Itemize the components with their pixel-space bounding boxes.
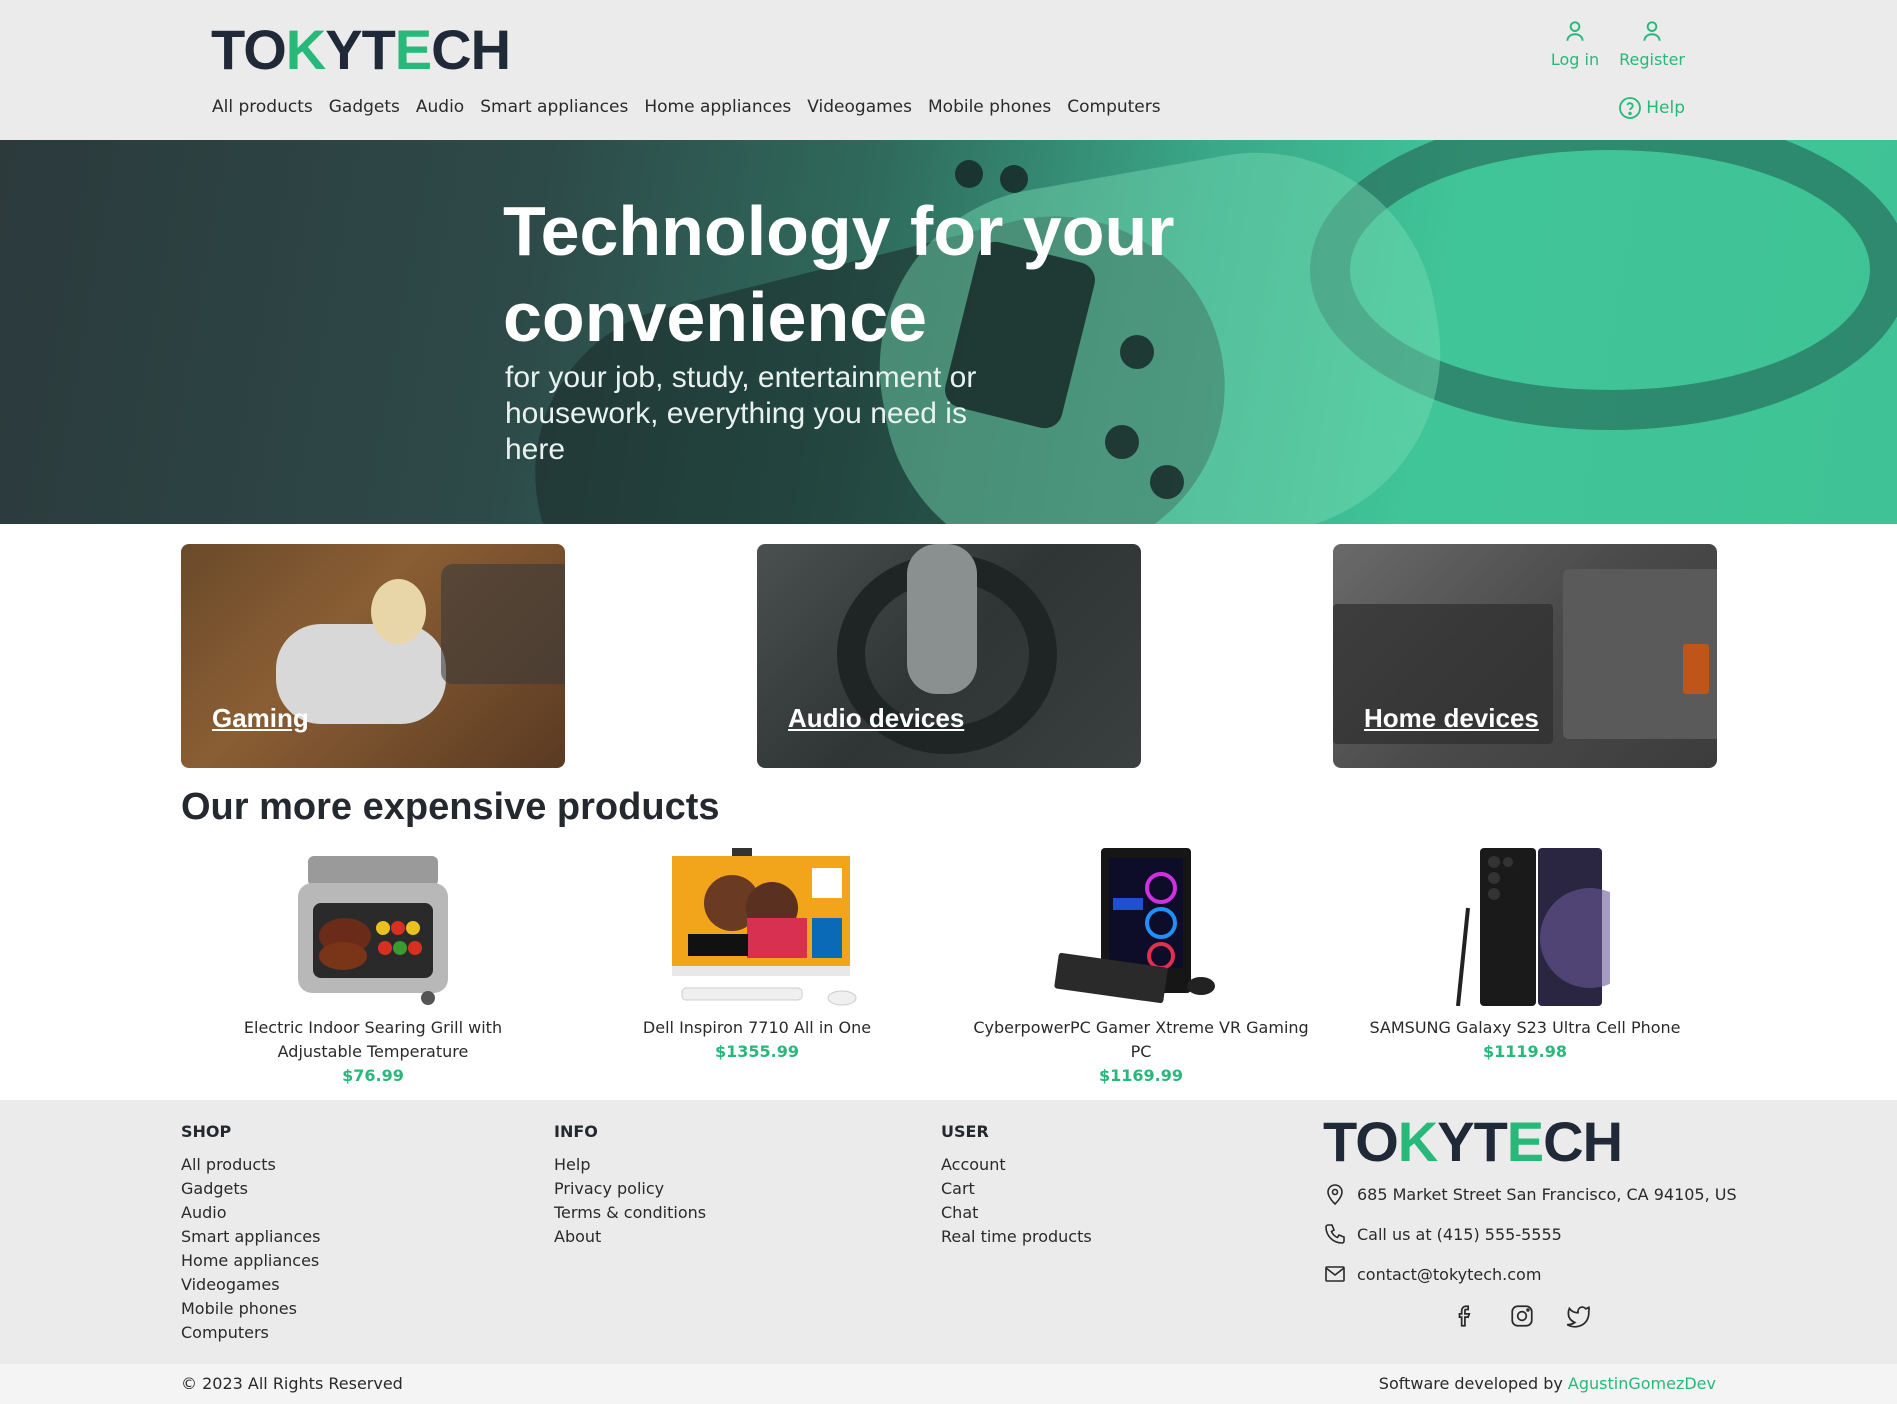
help-link[interactable]: Help xyxy=(1618,96,1685,120)
footer-heading: USER xyxy=(941,1122,989,1141)
footer-link[interactable]: Gadgets xyxy=(181,1177,320,1201)
product-image-samsung xyxy=(1440,848,1640,1007)
help-circle-icon xyxy=(1619,97,1642,119)
social-links xyxy=(1453,1303,1591,1329)
footer-heading: SHOP xyxy=(181,1122,232,1141)
figure-image xyxy=(371,579,426,644)
product-price: $1169.99 xyxy=(1098,1066,1183,1085)
product-image-grill xyxy=(283,848,463,1006)
category-card-home[interactable]: Home devices xyxy=(1333,544,1717,768)
footer-link[interactable]: Cart xyxy=(941,1177,1092,1201)
category-label: Home devices xyxy=(1364,703,1539,733)
hero-decoration xyxy=(1105,425,1139,459)
address-text: 685 Market Street San Francisco, CA 9410… xyxy=(1357,1184,1737,1204)
footer-link[interactable]: Chat xyxy=(941,1201,1092,1225)
register-label: Register xyxy=(1619,50,1685,69)
product-price: $76.99 xyxy=(342,1066,404,1085)
products-section-title: Our more expensive products xyxy=(181,786,720,828)
footer-link[interactable]: About xyxy=(554,1225,706,1249)
footer-heading: INFO xyxy=(554,1122,598,1141)
nav-computers[interactable]: Computers xyxy=(1067,97,1160,117)
product-price: $1119.98 xyxy=(1482,1042,1567,1061)
phone-icon xyxy=(1325,1224,1345,1244)
mail-icon xyxy=(1325,1266,1345,1282)
hero-decoration xyxy=(955,160,983,188)
footer-link[interactable]: Videogames xyxy=(181,1273,320,1297)
appliance-display xyxy=(1683,644,1709,694)
footer-link[interactable]: Help xyxy=(554,1153,706,1177)
category-label: Gaming xyxy=(212,703,309,733)
category-label: Audio devices xyxy=(788,703,965,733)
footer-address: 685 Market Street San Francisco, CA 9410… xyxy=(1323,1182,1737,1206)
nav-all-products[interactable]: All products xyxy=(212,97,313,117)
user-icon xyxy=(1566,21,1584,41)
hero-subtitle: for your job, study, entertainment or ho… xyxy=(505,361,977,466)
footer-link[interactable]: Computers xyxy=(181,1321,320,1345)
footer-logo[interactable]: TOKYTECH xyxy=(1323,1114,1623,1170)
footer-link[interactable]: Terms & conditions xyxy=(554,1201,706,1225)
map-pin-icon xyxy=(1327,1184,1343,1206)
developer-credit: Software developed by AgustinGomezDev xyxy=(1379,1374,1716,1393)
footer-phone: Call us at (415) 555-5555 xyxy=(1323,1222,1562,1246)
site-footer: SHOP All products Gadgets Audio Smart ap… xyxy=(0,1100,1897,1364)
main-nav: All products Gadgets Audio Smart applian… xyxy=(212,97,1161,117)
footer-link[interactable]: Smart appliances xyxy=(181,1225,320,1249)
nav-mobile-phones[interactable]: Mobile phones xyxy=(928,97,1051,117)
footer-link[interactable]: Real time products xyxy=(941,1225,1092,1249)
product-price: $1355.99 xyxy=(714,1042,799,1061)
product-name: Dell Inspiron 7710 All in One xyxy=(642,1018,872,1037)
product-card[interactable]: CyberpowerPC Gamer Xtreme VR Gaming PC $… xyxy=(949,848,1333,1088)
user-icon xyxy=(1643,21,1661,41)
product-name: CyberpowerPC Gamer Xtreme VR Gaming PC xyxy=(973,1018,1309,1061)
phone-text: Call us at (415) 555-5555 xyxy=(1357,1224,1562,1244)
microphone-image xyxy=(907,544,977,694)
login-label: Log in xyxy=(1550,50,1600,69)
footer-shop-column: SHOP All products Gadgets Audio Smart ap… xyxy=(181,1122,320,1345)
site-header: TOKYTECH All products Gadgets Audio Smar… xyxy=(0,0,1897,140)
help-label: Help xyxy=(1646,98,1685,118)
bottom-bar: © 2023 All Rights Reserved Software deve… xyxy=(0,1364,1897,1404)
instagram-icon[interactable] xyxy=(1509,1303,1535,1329)
product-card[interactable]: Dell Inspiron 7710 All in One $1355.99 xyxy=(565,848,949,1064)
nav-videogames[interactable]: Videogames xyxy=(807,97,912,117)
facebook-icon[interactable] xyxy=(1453,1303,1479,1329)
product-image-dell xyxy=(652,848,862,1006)
login-link[interactable]: Log in xyxy=(1551,18,1599,69)
logo[interactable]: TOKYTECH xyxy=(211,22,511,78)
hero-banner: Technology for your convenience for your… xyxy=(0,140,1897,524)
email-text: contact@tokytech.com xyxy=(1357,1264,1542,1284)
footer-link[interactable]: All products xyxy=(181,1153,320,1177)
nav-gadgets[interactable]: Gadgets xyxy=(329,97,400,117)
footer-link[interactable]: Home appliances xyxy=(181,1249,320,1273)
register-link[interactable]: Register xyxy=(1619,18,1685,69)
developer-link[interactable]: AgustinGomezDev xyxy=(1568,1374,1716,1393)
footer-user-column: USER Account Cart Chat Real time product… xyxy=(941,1122,1092,1249)
product-card[interactable]: SAMSUNG Galaxy S23 Ultra Cell Phone $111… xyxy=(1333,848,1717,1064)
nav-smart-appliances[interactable]: Smart appliances xyxy=(480,97,628,117)
product-name: SAMSUNG Galaxy S23 Ultra Cell Phone xyxy=(1369,1018,1681,1037)
product-name: Electric Indoor Searing Grill with Adjus… xyxy=(243,1018,503,1061)
hero-title: Technology for your convenience xyxy=(503,192,1175,356)
footer-link[interactable]: Audio xyxy=(181,1201,320,1225)
product-card[interactable]: Electric Indoor Searing Grill with Adjus… xyxy=(181,848,565,1088)
category-card-gaming[interactable]: Gaming xyxy=(181,544,565,768)
category-card-audio[interactable]: Audio devices xyxy=(757,544,1141,768)
footer-link[interactable]: Mobile phones xyxy=(181,1297,320,1321)
tablet-image xyxy=(441,564,565,684)
copyright: © 2023 All Rights Reserved xyxy=(181,1374,403,1393)
nav-audio[interactable]: Audio xyxy=(416,97,464,117)
nav-home-appliances[interactable]: Home appliances xyxy=(644,97,791,117)
user-links: Log in Register xyxy=(1551,18,1685,69)
hero-decoration xyxy=(1150,465,1184,499)
twitter-icon[interactable] xyxy=(1565,1303,1591,1329)
footer-link[interactable]: Account xyxy=(941,1153,1092,1177)
product-image-cyberpower xyxy=(1051,848,1231,1006)
footer-link[interactable]: Privacy policy xyxy=(554,1177,706,1201)
footer-email: contact@tokytech.com xyxy=(1323,1262,1541,1286)
footer-info-column: INFO Help Privacy policy Terms & conditi… xyxy=(554,1122,706,1249)
developed-by-text: Software developed by xyxy=(1378,1374,1563,1393)
